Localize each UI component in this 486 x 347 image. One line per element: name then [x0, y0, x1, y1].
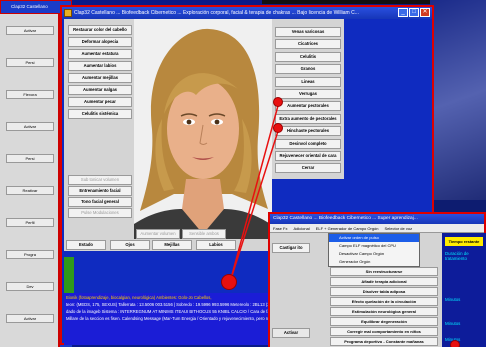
front-window-title: Clap32 Castellano ... Biofeedback Cibern… [273, 216, 418, 221]
duration-label: Duración de tratamiento [445, 251, 469, 261]
time-remaining-tag: Tiempo restante [445, 237, 483, 246]
activar-button[interactable]: Activar [272, 328, 310, 338]
front-treatment-button[interactable]: Efecto quelación de la circulación [330, 297, 438, 306]
front-window: Clap32 Castellano ... Biofeedback Cibern… [268, 212, 486, 347]
dropdown-menu-item[interactable]: Generador Orgón [329, 258, 419, 266]
front-treatment-button[interactable]: Corregir mal comportamiento en niños [330, 327, 438, 336]
minutes-label-1: Minutos [445, 297, 461, 302]
front-menu-item[interactable]: Fase Fx [273, 226, 287, 231]
front-menu-item[interactable]: Selector de voz [385, 226, 413, 231]
dropdown-menu-item[interactable]: Activar orden de pulso [329, 234, 419, 242]
elf-dropdown-menu: Activar orden de pulso Campo ELF magnétic… [328, 233, 420, 267]
front-menu-bar: Fase Fx Adicional ELF + Generador de Campo… [270, 224, 484, 233]
marker-dot-hinchaste [273, 123, 283, 133]
minutes-label-2: Minutos [445, 321, 461, 326]
castigar-button[interactable]: Castigar ito [272, 243, 310, 253]
front-menu-item[interactable]: ELF + Generador de Campo Orgón [316, 226, 379, 231]
front-right-panel: Tiempo restante Duración de tratamiento … [442, 233, 486, 347]
front-window-titlebar: Clap32 Castellano ... Biofeedback Cibern… [270, 214, 484, 224]
front-treatment-button[interactable]: Programa deportivo - Constante mañanas [330, 337, 438, 346]
marker-dot-main [221, 274, 237, 290]
front-treatment-button[interactable]: Disolver tabla adiposa [330, 287, 438, 296]
front-menu-item[interactable]: Adicional [293, 226, 309, 231]
marker-dot-front [450, 340, 460, 347]
front-treatment-button[interactable]: Sin reestructurarse [330, 267, 438, 276]
front-treatment-button[interactable]: Equilibrar degeneración [330, 317, 438, 326]
dropdown-menu-item[interactable]: Campo ELF magnético del CPU [329, 242, 419, 250]
front-left-panel: Castigar ito Activar [270, 233, 312, 347]
marker-dot-pectorales [273, 97, 283, 107]
front-treatment-button[interactable]: Afiadir terapia adicional [330, 277, 438, 286]
front-treatment-button[interactable]: Estimulación neurológica general [330, 307, 438, 316]
dropdown-menu-item[interactable]: Desactivar Campo Orgón [329, 250, 419, 258]
